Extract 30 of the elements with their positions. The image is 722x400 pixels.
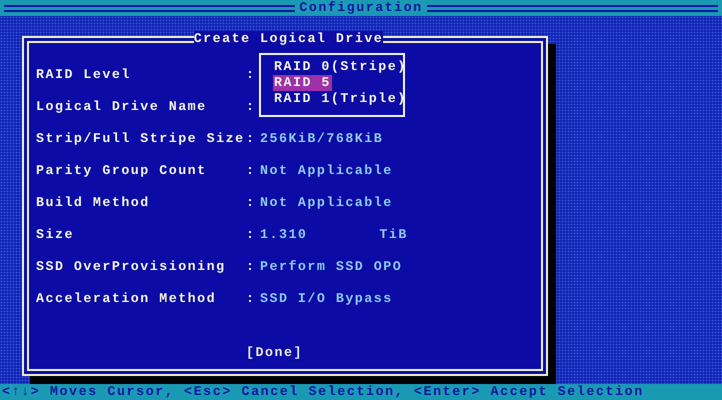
field-value[interactable]: SSD I/O Bypass	[260, 291, 393, 307]
status-bar: <↑↓> Moves Cursor, <Esc> Cancel Selection, <Enter> Accept Selection	[0, 384, 722, 400]
field-value[interactable]: Not Applicable	[260, 163, 393, 179]
unit-label: TiB	[379, 227, 408, 243]
separator: :	[246, 195, 255, 211]
separator: :	[246, 291, 255, 307]
dropdown-option[interactable]: RAID 0(Stripe)	[273, 59, 403, 75]
separator: :	[246, 227, 255, 243]
field-label: RAID Level	[36, 67, 132, 83]
field-label: Acceleration Method	[36, 291, 218, 307]
field-label: Logical Drive Name	[36, 99, 208, 115]
field-label: Build Method	[36, 195, 151, 211]
window-title: Configuration	[299, 0, 423, 16]
dropdown-option[interactable]: RAID 1(Triple)	[273, 91, 403, 107]
separator: :	[246, 99, 255, 115]
dropdown-option[interactable]: RAID 5	[273, 75, 332, 91]
dialog-title: Create Logical Drive	[194, 31, 384, 47]
done-button[interactable]: [Done]	[246, 345, 303, 361]
field-label: Strip/Full Stripe Size	[36, 131, 246, 147]
field-value[interactable]: 256KiB/768KiB	[260, 131, 384, 147]
field-label: Parity Group Count	[36, 163, 208, 179]
field-value[interactable]: Not Applicable	[260, 195, 393, 211]
separator: :	[246, 163, 255, 179]
field-label: SSD OverProvisioning	[36, 259, 227, 275]
field-value[interactable]: 1.310	[260, 227, 308, 243]
separator: :	[246, 67, 255, 83]
field-value[interactable]: Perform SSD OPO	[260, 259, 402, 275]
separator: :	[246, 259, 255, 275]
field-label: Size	[36, 227, 75, 243]
separator: :	[246, 131, 255, 147]
